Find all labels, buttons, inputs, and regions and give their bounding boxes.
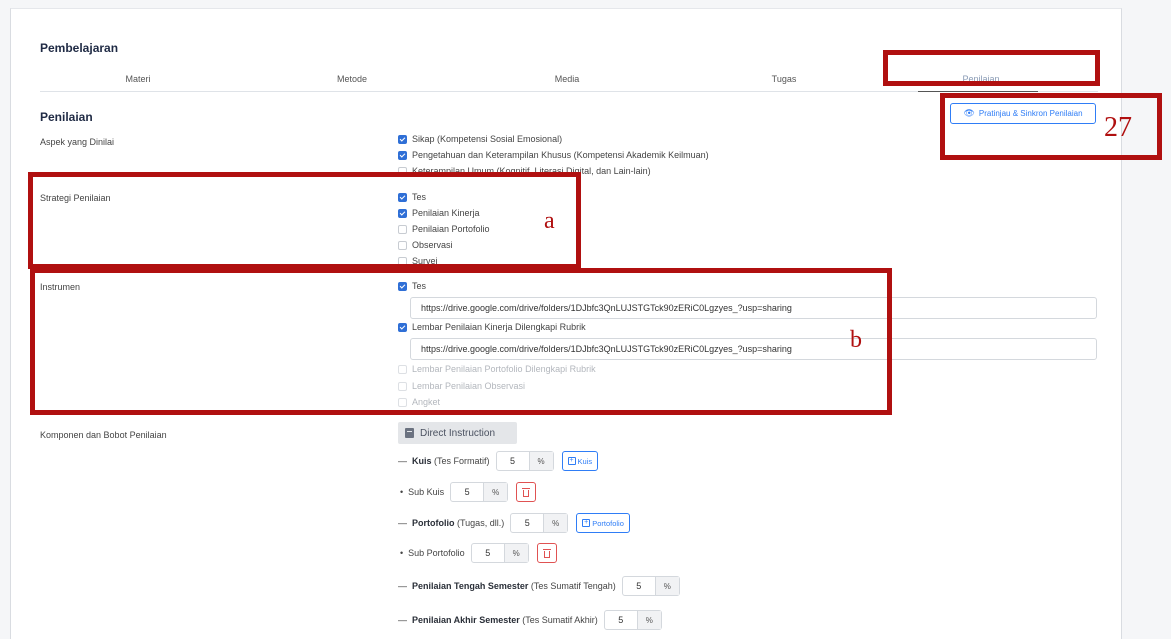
dash-icon: — [398, 518, 407, 528]
add-portofolio-button[interactable]: + Portofolio [576, 513, 630, 533]
kuis-row: — Kuis (Tes Formatif) 5% + Kuis [398, 451, 599, 471]
annotation-box-instrumen [30, 268, 892, 415]
portofolio-row: — Portofolio (Tugas, dll.) 5% + Portofoli… [398, 513, 630, 533]
weight-value[interactable]: 5 [451, 483, 483, 501]
annotation-page-number: 27 [1104, 112, 1132, 143]
option-label: Pengetahuan dan Keterampilan Khusus (Kom… [412, 150, 709, 160]
percent-unit: % [654, 577, 679, 595]
komponen-label: Komponen dan Bobot Penilaian [40, 430, 167, 440]
annotation-box-strategi [28, 172, 581, 269]
pas-row: — Penilaian Akhir Semester (Tes Sumatif … [398, 610, 662, 630]
book-icon [405, 428, 414, 438]
weight-value[interactable]: 5 [623, 577, 655, 595]
tab-tugas[interactable]: Tugas [772, 74, 797, 84]
portofolio-name: Portofolio [412, 518, 455, 528]
percent-unit: % [483, 483, 508, 501]
portofolio-note: (Tugas, dll.) [457, 518, 505, 528]
weight-value[interactable]: 5 [497, 452, 529, 470]
checkbox[interactable] [398, 150, 407, 160]
tab-metode[interactable]: Metode [337, 74, 367, 84]
kuis-name: Kuis [412, 456, 432, 466]
dash-icon: — [398, 456, 407, 466]
aspek-label: Aspek yang Dinilai [40, 137, 115, 147]
add-kuis-label: Kuis [577, 456, 593, 466]
sub-kuis-row: • Sub Kuis 5% [400, 482, 537, 502]
delete-sub-kuis-button[interactable] [516, 482, 537, 502]
dash-icon: — [398, 615, 407, 625]
kuis-weight-input[interactable]: 5% [495, 451, 554, 471]
active-tab-indicator [918, 91, 1038, 92]
pts-weight-input[interactable]: 5% [621, 576, 680, 596]
percent-unit: % [636, 611, 661, 629]
annotation-box-tab [883, 50, 1100, 86]
plus-icon: + [567, 457, 576, 465]
annotation-label-a: a [544, 208, 555, 234]
pas-weight-input[interactable]: 5% [603, 610, 662, 630]
weight-value[interactable]: 5 [472, 544, 504, 562]
pas-name: Penilaian Akhir Semester [412, 615, 520, 625]
pts-note: (Tes Sumatif Tengah) [530, 581, 616, 591]
tab-materi[interactable]: Materi [125, 74, 150, 84]
option-label: Sikap (Kompetensi Sosial Emosional) [412, 134, 563, 144]
delete-sub-portofolio-button[interactable] [536, 543, 557, 563]
penilaian-title: Penilaian [40, 110, 93, 124]
add-portofolio-label: Portofolio [592, 518, 624, 528]
trash-icon [522, 487, 531, 497]
percent-unit: % [503, 544, 528, 562]
kuis-note: (Tes Formatif) [434, 456, 490, 466]
pts-name: Penilaian Tengah Semester [412, 581, 529, 591]
dash-icon: — [398, 581, 407, 591]
sub-kuis-weight-input[interactable]: 5% [450, 482, 509, 502]
weight-value[interactable]: 5 [511, 514, 543, 532]
sub-kuis-name: Sub Kuis [408, 487, 445, 497]
sub-portofolio-name: Sub Portofolio [408, 548, 465, 558]
bullet-icon: • [400, 487, 404, 497]
section-title: Pembelajaran [40, 41, 119, 55]
aspek-option-pengetahuan[interactable]: Pengetahuan dan Keterampilan Khusus (Kom… [398, 150, 709, 160]
add-kuis-button[interactable]: + Kuis [561, 451, 599, 471]
tab-media[interactable]: Media [555, 74, 580, 84]
plus-icon: + [582, 519, 591, 527]
checkbox[interactable] [398, 134, 407, 144]
pts-row: — Penilaian Tengah Semester (Tes Sumatif… [398, 576, 680, 596]
portofolio-weight-input[interactable]: 5% [510, 513, 569, 533]
sub-portofolio-row: • Sub Portofolio 5% [400, 543, 557, 563]
sub-portofolio-weight-input[interactable]: 5% [470, 543, 529, 563]
aspek-option-sikap[interactable]: Sikap (Kompetensi Sosial Emosional) [398, 134, 562, 144]
weight-value[interactable]: 5 [605, 611, 637, 629]
annotation-label-b: b [850, 327, 862, 353]
pas-note: (Tes Sumatif Akhir) [522, 615, 598, 625]
bullet-icon: • [400, 548, 404, 558]
direct-instruction-label: Direct Instruction [420, 427, 496, 439]
percent-unit: % [528, 452, 553, 470]
direct-instruction-button[interactable]: Direct Instruction [398, 422, 517, 444]
percent-unit: % [543, 514, 568, 532]
trash-icon [542, 548, 551, 558]
